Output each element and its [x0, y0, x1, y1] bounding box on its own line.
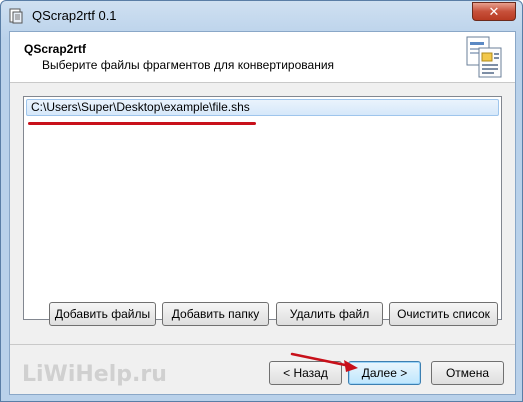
file-list[interactable]: C:\Users\Super\Desktop\example\file.shs: [23, 96, 502, 320]
window-title: QScrap2rtf 0.1: [32, 8, 117, 23]
add-files-button[interactable]: Добавить файлы: [49, 302, 156, 326]
annotation-underline: [28, 122, 256, 125]
cancel-button[interactable]: Отмена: [431, 361, 504, 385]
clear-list-button[interactable]: Очистить список: [389, 302, 498, 326]
add-folder-button[interactable]: Добавить папку: [162, 302, 269, 326]
document-convert-icon: [466, 36, 502, 78]
wizard-client-area: QScrap2rtf Выберите файлы фрагментов для…: [9, 31, 516, 395]
close-button[interactable]: ✕: [472, 2, 516, 21]
file-list-item[interactable]: C:\Users\Super\Desktop\example\file.shs: [26, 99, 499, 116]
footer-divider: [10, 344, 515, 345]
app-icon: [9, 8, 23, 24]
wizard-header: QScrap2rtf Выберите файлы фрагментов для…: [10, 32, 515, 83]
remove-file-button[interactable]: Удалить файл: [276, 302, 383, 326]
back-button[interactable]: < Назад: [269, 361, 342, 385]
watermark: LiWiHelp.ru: [22, 362, 167, 387]
next-button[interactable]: Далее >: [348, 361, 421, 385]
page-title: QScrap2rtf: [24, 42, 87, 56]
title-bar[interactable]: QScrap2rtf 0.1 ✕: [1, 1, 522, 31]
window-frame: QScrap2rtf 0.1 ✕ QScrap2rtf Выберите фай…: [0, 0, 523, 402]
close-icon: ✕: [488, 4, 500, 19]
page-subtitle: Выберите файлы фрагментов для конвертиро…: [42, 58, 335, 72]
